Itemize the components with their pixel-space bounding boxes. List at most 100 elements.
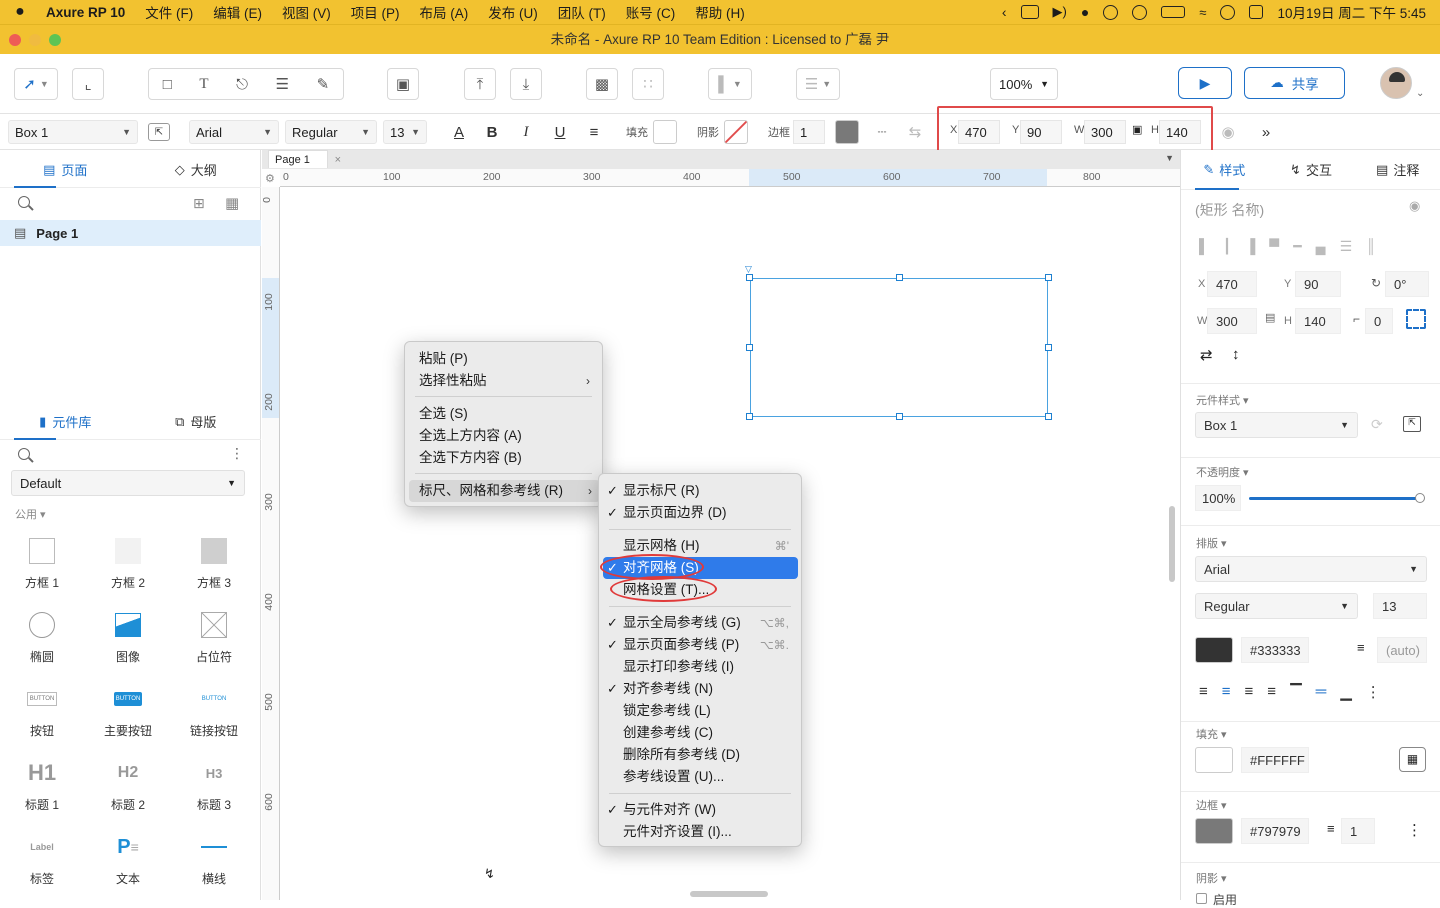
tab-interactions[interactable]: ↯ 交互 bbox=[1268, 150, 1355, 189]
bullet-list-icon[interactable]: ≡ bbox=[584, 120, 604, 144]
submenu-item-delete-all-guides[interactable]: 删除所有参考线 (D) bbox=[599, 744, 801, 766]
shadow-enable-checkbox[interactable] bbox=[1196, 893, 1207, 904]
tab-notes[interactable]: ▤ 注释 bbox=[1354, 150, 1440, 189]
widget-box2[interactable]: 方框 2 bbox=[88, 534, 168, 591]
volume-icon[interactable]: ▶) bbox=[1053, 4, 1067, 20]
flip-horizontal-icon[interactable]: ⇄ bbox=[1200, 346, 1213, 364]
menubar-clock[interactable]: 10月19日 周二 下午 5:45 bbox=[1277, 2, 1426, 22]
align-button[interactable]: ▌ ▼ bbox=[708, 68, 752, 100]
valign-top-icon[interactable]: ▔ bbox=[1290, 683, 1302, 701]
menu-account[interactable]: 账号 (C) bbox=[616, 2, 686, 22]
corner-radius-field[interactable]: 0 bbox=[1365, 308, 1393, 334]
resize-handle[interactable] bbox=[746, 274, 753, 281]
opacity-section[interactable]: 不透明度 ▾ bbox=[1196, 464, 1249, 480]
widget-paragraph[interactable]: P ≡ 文本 bbox=[88, 830, 168, 887]
font-size-select[interactable]: 13 ▼ bbox=[383, 120, 427, 144]
submenu-item-show-print-guides[interactable]: 显示打印参考线 (I) bbox=[599, 656, 801, 678]
selected-rectangle[interactable] bbox=[750, 278, 1048, 417]
fill-color-swatch[interactable] bbox=[653, 120, 677, 144]
shadow-section[interactable]: 阴影 ▾ bbox=[1196, 870, 1227, 886]
submenu-item-create-guides[interactable]: 创建参考线 (C) bbox=[599, 722, 801, 744]
display-icon[interactable] bbox=[1020, 5, 1039, 19]
zoom-window-button[interactable] bbox=[49, 34, 61, 46]
widget-heading1[interactable]: H1 标题 1 bbox=[2, 756, 82, 813]
canvas-scrollbar-vertical[interactable] bbox=[1169, 506, 1175, 582]
border-width-field[interactable]: 1 bbox=[1341, 818, 1375, 844]
text-tool-icon[interactable]: T bbox=[199, 76, 208, 93]
border-style-icon[interactable]: ┄ bbox=[872, 120, 892, 144]
text-align-left-icon[interactable]: ≡ bbox=[1199, 683, 1208, 701]
close-window-button[interactable] bbox=[9, 34, 21, 46]
fill-color-swatch[interactable] bbox=[1195, 747, 1233, 773]
resize-handle[interactable] bbox=[896, 413, 903, 420]
library-menu-icon[interactable]: ⋮ bbox=[230, 445, 244, 462]
resize-handle[interactable] bbox=[1045, 413, 1052, 420]
widget-image[interactable]: 图像 bbox=[88, 608, 168, 665]
point-edit-button[interactable]: ▣ bbox=[387, 68, 419, 100]
qq-icon[interactable]: ● bbox=[1081, 4, 1089, 20]
text-color-swatch[interactable] bbox=[1195, 637, 1233, 663]
menubar-app-name[interactable]: Axure RP 10 bbox=[40, 5, 135, 20]
tab-style[interactable]: ✎ 样式 bbox=[1181, 150, 1268, 190]
line-height-field[interactable]: (auto) bbox=[1377, 637, 1427, 663]
group-button[interactable]: ▩ bbox=[586, 68, 618, 100]
underline-icon[interactable]: U bbox=[550, 120, 570, 144]
menu-publish[interactable]: 发布 (U) bbox=[478, 2, 548, 22]
pen-tool-icon[interactable]: ✎ bbox=[317, 75, 330, 93]
chat-icon[interactable] bbox=[1132, 4, 1148, 20]
align-bottom-icon[interactable]: ▄ bbox=[1316, 238, 1326, 255]
text-align-center-icon[interactable]: ≡ bbox=[1222, 683, 1231, 701]
widget-placeholder[interactable]: 占位符 bbox=[174, 608, 254, 665]
menu-item-select-below[interactable]: 全选下方内容 (B) bbox=[405, 447, 602, 469]
align-center-icon[interactable]: ┃ bbox=[1223, 238, 1231, 255]
border-color-swatch[interactable] bbox=[835, 120, 859, 144]
opacity-field[interactable]: 100% bbox=[1195, 485, 1241, 511]
style-manager-icon[interactable]: ⇱ bbox=[1403, 416, 1421, 432]
text-color-field[interactable]: #333333 bbox=[1241, 637, 1309, 663]
widget-heading3[interactable]: H3 标题 3 bbox=[174, 756, 254, 813]
library-select[interactable]: Default ▼ bbox=[11, 470, 245, 496]
fill-color-field[interactable]: #FFFFFF bbox=[1241, 747, 1309, 773]
widget-style-select[interactable]: Box 1 ▼ bbox=[1195, 412, 1358, 438]
bring-front-button[interactable]: ⤒ bbox=[464, 68, 496, 100]
style-select[interactable]: Box 1 ▼ bbox=[8, 120, 138, 144]
tabs-dropdown-icon[interactable]: ▼ bbox=[1165, 153, 1174, 163]
category-label[interactable]: 公用 ▾ bbox=[15, 506, 46, 522]
insert-widget-icon[interactable]: ⎋ bbox=[236, 76, 248, 93]
valign-middle-icon[interactable]: ═ bbox=[1316, 683, 1327, 701]
submenu-item-show-grid[interactable]: 显示网格 (H) ⌘' bbox=[599, 535, 801, 557]
font-family-select[interactable]: Arial ▼ bbox=[189, 120, 279, 144]
opacity-slider-track[interactable] bbox=[1249, 497, 1421, 500]
text-color-icon[interactable]: A bbox=[449, 120, 469, 144]
zoom-select[interactable]: 100% ▼ bbox=[990, 68, 1058, 100]
tab-outline[interactable]: ◇ 大纲 bbox=[131, 152, 262, 187]
distribute-button[interactable]: ☰ ▼ bbox=[796, 68, 840, 100]
apple-icon[interactable]: ● bbox=[0, 3, 40, 21]
font-weight-select[interactable]: Regular ▼ bbox=[285, 120, 377, 144]
tab-pages[interactable]: ▤ 页面 bbox=[0, 152, 131, 188]
connector-tool-button[interactable]: ⌞ bbox=[72, 68, 104, 100]
menu-item-rulers-grid-guides[interactable]: 标尺、网格和参考线 (R) › bbox=[409, 480, 600, 502]
control-center-icon[interactable] bbox=[1249, 5, 1264, 19]
border-section[interactable]: 边框 ▾ bbox=[1196, 797, 1227, 813]
add-page-icon[interactable]: ⊞ bbox=[193, 195, 205, 212]
widget-link-button[interactable]: BUTTON 链接按钮 bbox=[174, 682, 254, 739]
resize-handle[interactable] bbox=[896, 274, 903, 281]
w-field[interactable]: 300 bbox=[1207, 308, 1257, 334]
menu-file[interactable]: 文件 (F) bbox=[135, 2, 203, 22]
unlock-icon[interactable]: ▤ bbox=[1265, 311, 1275, 324]
user-avatar[interactable] bbox=[1380, 67, 1412, 99]
library-search-icon[interactable] bbox=[18, 448, 30, 460]
align-top-icon[interactable]: ▀ bbox=[1269, 238, 1279, 255]
menu-team[interactable]: 团队 (T) bbox=[548, 2, 616, 22]
text-align-right-icon[interactable]: ≡ bbox=[1245, 683, 1254, 701]
submenu-item-widget-snap-settings[interactable]: 元件对齐设置 (I)... bbox=[599, 821, 801, 843]
border-color-field[interactable]: #797979 bbox=[1241, 818, 1309, 844]
submenu-item-snap-to-guides[interactable]: ✓ 对齐参考线 (N) bbox=[599, 678, 801, 700]
widget-heading2[interactable]: H2 标题 2 bbox=[88, 756, 168, 813]
widget-box1[interactable]: 方框 1 bbox=[2, 534, 82, 591]
fill-section[interactable]: 填充 ▾ bbox=[1196, 726, 1227, 742]
font-size-field[interactable]: 13 bbox=[1373, 593, 1427, 619]
y-field[interactable]: 90 bbox=[1295, 271, 1341, 297]
ungroup-button[interactable]: ∷ bbox=[632, 68, 664, 100]
